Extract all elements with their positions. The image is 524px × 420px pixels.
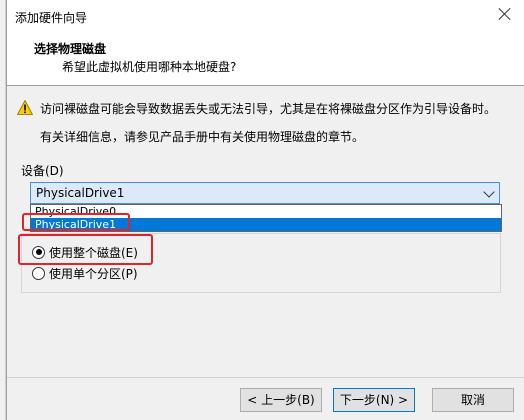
wizard-header: 选择物理磁盘 希望此虚拟机使用哪种本地硬盘? <box>7 31 524 86</box>
device-select[interactable]: PhysicalDrive1 <box>30 182 500 204</box>
device-select-value: PhysicalDrive1 <box>36 186 125 200</box>
annotation-highlight-radio <box>18 234 153 265</box>
page-subtitle: 希望此虚拟机使用哪种本地硬盘? <box>62 60 237 74</box>
title-bar: 添加硬件向导 <box>7 0 524 31</box>
footer-divider <box>7 377 524 378</box>
warning-text: 访问裸磁盘可能会导致数据丢失或无法引导，尤其是在将裸磁盘分区作为引导设备时。 <box>40 102 497 116</box>
next-button[interactable]: 下一步(N) > <box>333 388 415 412</box>
page-title: 选择物理磁盘 <box>34 42 107 56</box>
radio-use-single-partition[interactable]: 使用单个分区(P) <box>32 265 138 281</box>
device-label: 设备(D) <box>21 164 64 178</box>
radio-button[interactable] <box>32 266 45 280</box>
cancel-button[interactable]: 取消 <box>432 388 514 412</box>
chevron-down-icon[interactable] <box>483 186 495 198</box>
close-icon[interactable] <box>497 6 513 22</box>
window-title: 添加硬件向导 <box>15 11 88 25</box>
warning-icon <box>17 100 33 115</box>
radio-label: 使用单个分区(P) <box>49 266 138 281</box>
add-hardware-wizard-dialog: 添加硬件向导 选择物理磁盘 希望此虚拟机使用哪种本地硬盘? 访问裸磁盘可能会导致… <box>6 0 524 420</box>
info-text: 有关详细信息，请参见产品手册中有关使用物理磁盘的章节。 <box>40 130 365 144</box>
back-button[interactable]: < 上一步(B) <box>240 388 322 412</box>
annotation-highlight-option <box>22 213 130 231</box>
